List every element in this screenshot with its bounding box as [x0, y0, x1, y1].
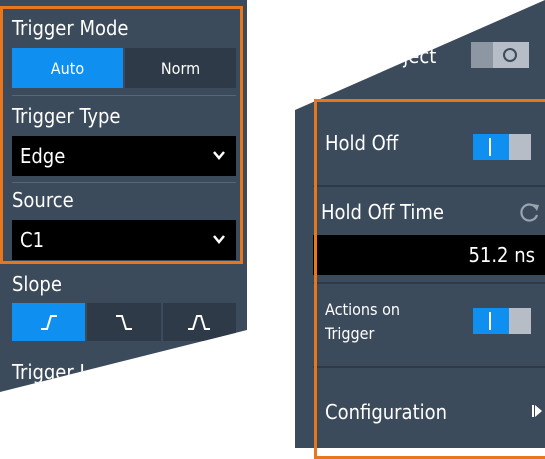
trigger-level-label: Trigger L	[12, 360, 90, 384]
highlight-frame	[314, 99, 545, 459]
highlight-frame	[0, 6, 243, 264]
falling-edge-icon	[115, 315, 132, 330]
rising-edge-icon	[40, 315, 57, 330]
noise-reject-label: Noise Reject	[325, 44, 437, 68]
slope-switch	[12, 303, 236, 341]
slope-rising-button[interactable]	[12, 303, 86, 341]
off-indicator-icon	[503, 48, 517, 62]
noise-reject-toggle[interactable]	[471, 42, 529, 68]
slope-falling-button[interactable]	[87, 303, 161, 341]
slope-label: Slope	[12, 272, 62, 296]
slope-both-button[interactable]	[162, 303, 236, 341]
both-edges-icon	[188, 315, 211, 330]
